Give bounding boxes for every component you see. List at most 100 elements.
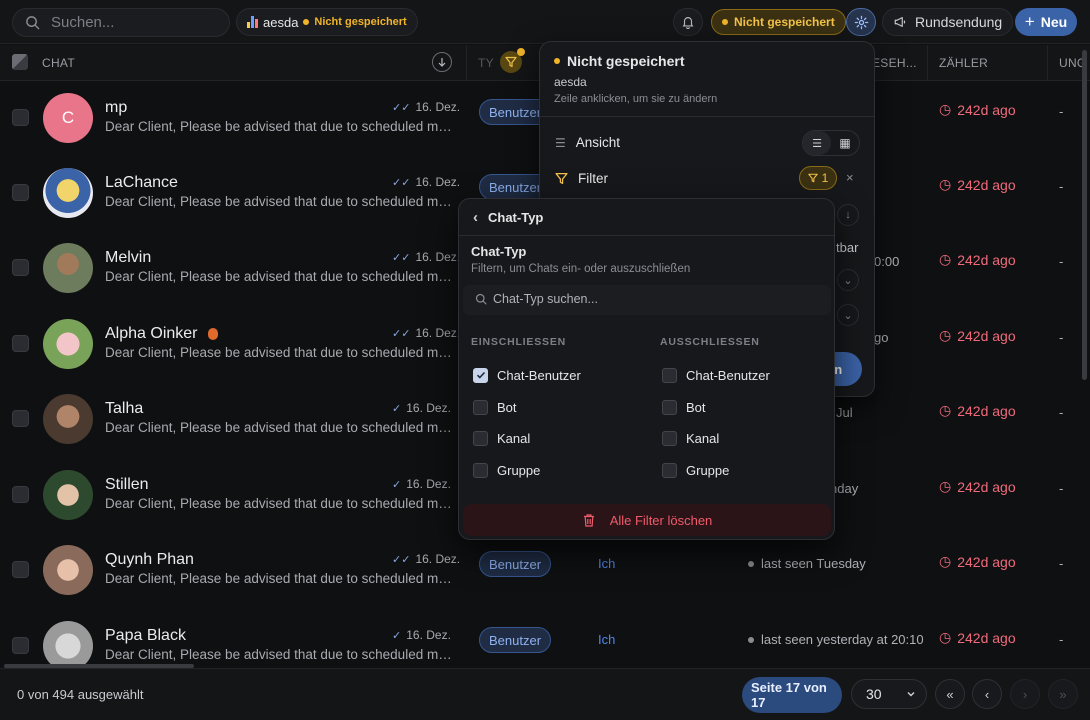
chat-name: LaChance [105,174,178,191]
notifications-button[interactable] [673,8,703,36]
chat-type-search-input[interactable] [493,292,793,306]
clock-icon: ◷ [939,176,952,192]
arrow-down-icon[interactable]: ↓ [837,204,859,226]
double-check-icon: ✓ [392,402,402,415]
unread-cell: - [1059,330,1064,345]
row-checkbox[interactable] [12,259,29,276]
include-option-channel[interactable]: Kanal [473,428,530,448]
view-mode-toggle[interactable]: ☰ ▦ [802,130,860,156]
option-label: Chat-Benutzer [497,367,581,383]
lastseen-text: last seen yesterday at 20:10 [761,632,924,647]
exclude-option-bot[interactable]: Bot [662,397,706,417]
list-view-icon[interactable]: ☰ [803,131,831,155]
sort-button[interactable] [432,52,452,72]
exclude-option-group[interactable]: Gruppe [662,460,729,480]
clear-filter-icon[interactable]: × [846,170,854,185]
first-page-button[interactable]: « [935,679,965,709]
column-header-counter[interactable]: ZÄHLER [939,56,988,70]
column-divider [466,45,467,81]
exclude-option-channel[interactable]: Kanal [662,428,719,448]
row-checkbox[interactable] [12,637,29,654]
broadcast-button[interactable]: Rundsendung [882,8,1014,36]
option-label: Chat-Benutzer [686,367,770,383]
checkbox[interactable] [473,399,488,415]
row-checkbox[interactable] [12,561,29,578]
checkbox[interactable] [662,462,677,478]
checkbox[interactable] [473,430,488,446]
column-divider [927,45,928,81]
page-indicator: Seite 17 von 17 [742,677,842,713]
submenu-heading: Chat-Typ [471,244,527,259]
include-option-chat-user[interactable]: Chat-Benutzer [473,365,581,385]
row-checkbox[interactable] [12,410,29,427]
counter-value: 242d ago [957,629,1016,646]
view-row[interactable]: ☰ Ansicht [555,135,620,150]
table-row[interactable]: Papa Black ✓ 16. Dez. Dear Client, Please… [0,609,1080,664]
option-label: Gruppe [686,462,730,478]
gear-icon [854,15,868,29]
chat-date-text: 16. Dez. [415,175,461,189]
row-checkbox[interactable] [12,109,29,126]
chevron-right-icon: › [1022,686,1028,702]
table-footer: 0 von 494 ausgewählt Seite 17 von 17 30 … [0,668,1090,720]
owner-link[interactable]: Ich [598,632,615,647]
clock-icon: ◷ [939,402,952,418]
table-row[interactable]: Quynh Phan ✓✓ 16. Dez. Dear Client, Pleas… [0,533,1080,608]
filter-count-badge[interactable]: 1 [799,166,837,190]
select-all-checkbox[interactable] [12,54,28,70]
option-label: Bot [497,399,517,415]
column-header-chat[interactable]: CHAT [42,56,75,70]
column-filter-button[interactable] [500,48,525,73]
last-page-button[interactable]: » [1048,679,1078,709]
chat-date: ✓✓ 16. Dez. [392,552,460,566]
bitcoin-icon [207,327,218,340]
search-box[interactable] [12,8,230,37]
filter-row[interactable]: Filter [555,171,608,186]
chat-type-search[interactable] [463,285,831,315]
unsaved-dot-icon [722,19,728,25]
vertical-scrollbar[interactable] [1082,50,1087,380]
counter-cell: ◷ 242d ago [939,478,1016,495]
row-checkbox[interactable] [12,184,29,201]
new-button[interactable]: + Neu [1015,8,1077,36]
checkbox[interactable] [662,430,677,446]
view-settings-button[interactable] [846,8,876,36]
include-option-group[interactable]: Gruppe [473,460,540,480]
checkbox-checked[interactable] [473,367,488,383]
owner-link[interactable]: Ich [598,556,615,571]
chat-preview: Dear Client, Please be advised that due … [105,647,455,662]
search-input[interactable] [51,14,221,31]
clear-all-filters-button[interactable]: Alle Filter löschen [463,504,831,536]
chat-type-badge: Benutzer [479,551,552,577]
checkbox[interactable] [473,462,488,478]
option-label: Kanal [686,430,720,446]
previous-page-button[interactable]: ‹ [972,679,1002,709]
row-checkbox[interactable] [12,335,29,352]
exclude-option-chat-user[interactable]: Chat-Benutzer [662,365,770,385]
unsaved-badge[interactable]: Nicht gespeichert [711,9,846,35]
grid-view-icon[interactable]: ▦ [831,131,859,155]
page-size-select[interactable]: 30 [851,679,927,709]
chevron-down-icon[interactable]: ⌄ [837,304,859,326]
checkbox[interactable] [662,367,677,383]
divider [540,116,874,117]
double-chevron-left-icon: « [946,686,954,702]
include-option-bot[interactable]: Bot [473,397,517,417]
view-chip[interactable]: aesda Nicht gespeichert [236,8,418,36]
counter-cell: ◷ 242d ago [939,402,1016,419]
checkbox[interactable] [662,399,677,415]
back-button[interactable]: ‹ Chat-Typ [473,209,543,226]
chevron-down-icon[interactable]: ⌄ [837,269,859,291]
double-check-icon: ✓✓ [392,251,411,264]
row-checkbox[interactable] [12,486,29,503]
column-header-type[interactable]: TY [478,56,494,70]
counter-value: 242d ago [957,251,1016,268]
view-chip-name: aesda [263,14,299,30]
counter-cell: ◷ 242d ago [939,327,1016,344]
next-page-button[interactable]: › [1010,679,1040,709]
counter-value: 242d ago [957,327,1016,344]
option-label: Kanal [497,430,531,446]
popover-view-name[interactable]: aesda [554,75,587,89]
chat-date: ✓ 16. Dez. [392,628,451,642]
column-header-lastseen[interactable]: ESEH... [872,56,917,70]
